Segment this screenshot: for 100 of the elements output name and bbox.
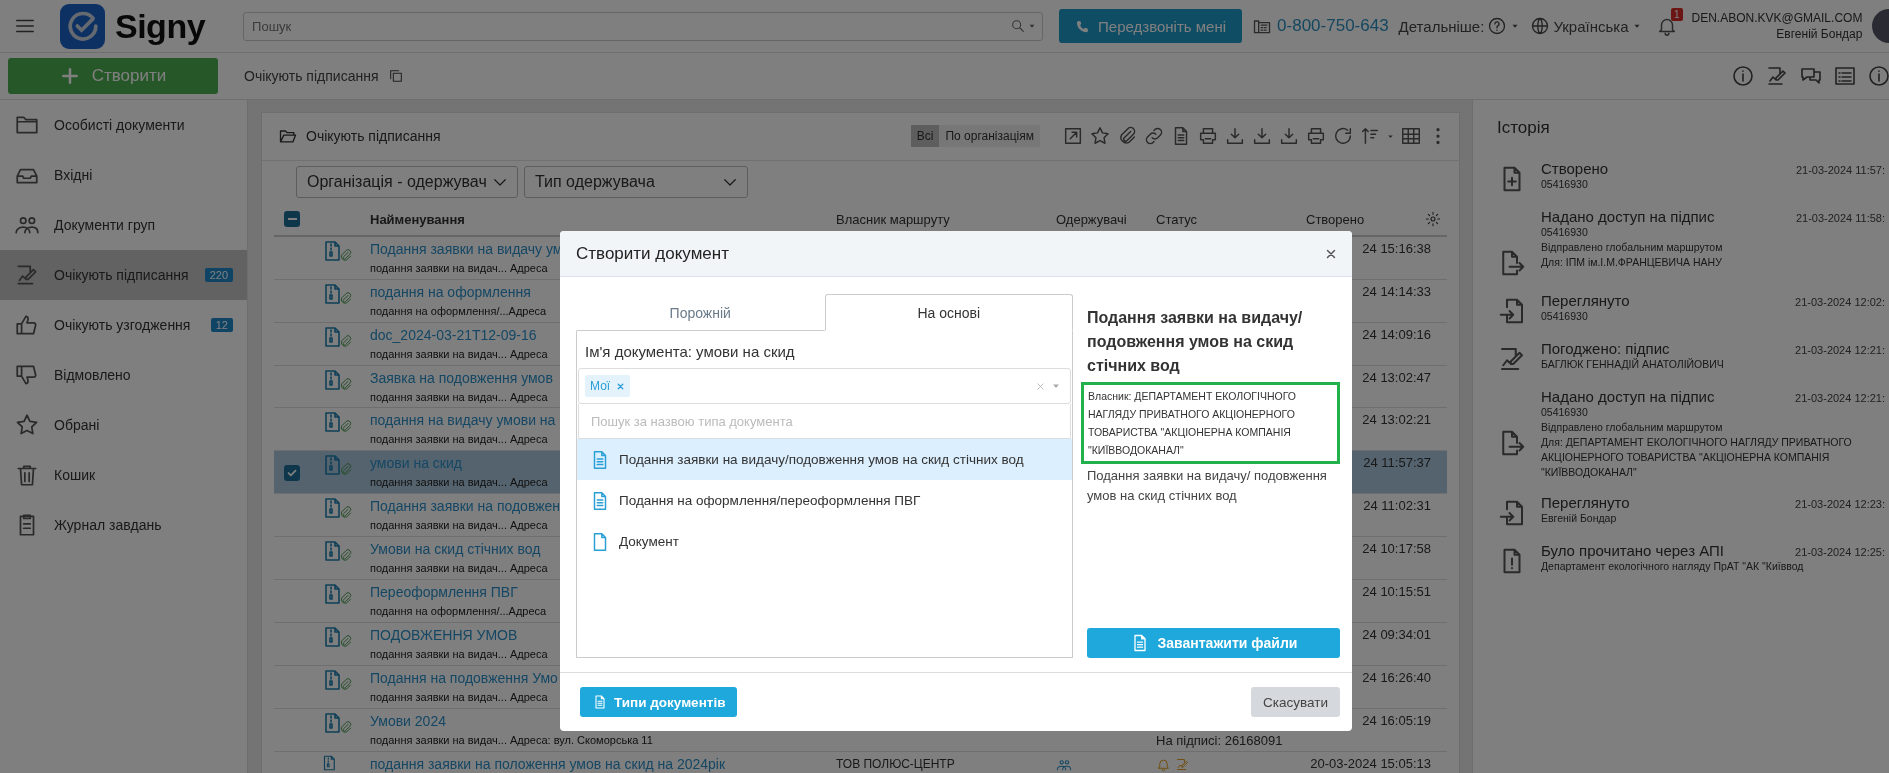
created-date: 24 13:02:47 bbox=[1362, 369, 1431, 385]
dialog-title: Створити документ bbox=[576, 243, 729, 264]
tab[interactable]: На основі bbox=[824, 294, 1073, 331]
user-email[interactable]: DEN.ABON.KVK@GMAIL.COM bbox=[1691, 10, 1863, 26]
event-detail: Департамент екологічного нагляду ПрАТ "АК "Київвод bbox=[1541, 559, 1805, 574]
paperclip-icon bbox=[338, 376, 353, 392]
document-link[interactable]: ПОДОВЖЕННЯ УМОВ bbox=[370, 625, 518, 646]
cancel-button[interactable]: Скасувати bbox=[1251, 687, 1340, 717]
view-toggle[interactable]: Всі bbox=[910, 125, 940, 148]
sidebar-label: Журнал завдань bbox=[54, 517, 163, 533]
select-all-checkbox[interactable] bbox=[284, 211, 300, 228]
table-row[interactable]: подання заявки на положення умов на скид на 2024рік ТОВ ПОЛЮС-ЦЕНТР 20-03-2024 15:05:13 bbox=[274, 751, 1447, 773]
sidebar-item[interactable]: Відмовлено bbox=[0, 350, 247, 400]
sidebar-label: Документи груп bbox=[54, 217, 157, 233]
sidebar-item[interactable]: Очікують узгодження 12 bbox=[0, 300, 247, 350]
document-type-item[interactable]: Подання на оформлення/переоформлення ПВГ bbox=[577, 480, 1072, 521]
paperclip-icon bbox=[338, 419, 353, 435]
type-filter-select[interactable]: Мої bbox=[578, 368, 1071, 404]
column-header[interactable]: Створено bbox=[1306, 211, 1365, 227]
sidebar-label: Вхідні bbox=[54, 167, 94, 183]
search-icon bbox=[1010, 17, 1027, 34]
document-link[interactable]: doc_2024-03-21T12-09-16 bbox=[370, 324, 537, 345]
created-date: 24 13:02:21 bbox=[1362, 412, 1431, 428]
document-link[interactable]: Подання заявки на подовжен bbox=[370, 496, 561, 517]
created-date: 24 16:26:40 bbox=[1362, 670, 1431, 685]
event-title: Надано доступ на підпис bbox=[1541, 208, 1715, 225]
trash-icon bbox=[14, 462, 40, 488]
info-icon[interactable] bbox=[1731, 64, 1755, 88]
row-checkbox[interactable] bbox=[284, 465, 300, 482]
event-time: 21-03-2024 11:57: bbox=[1795, 164, 1885, 176]
document-description: подання на оформлення/...Адреса bbox=[370, 604, 547, 620]
status-text: На підписі: 26168091 bbox=[1156, 732, 1283, 748]
route-owner: ТОВ ПОЛЮС-ЦЕНТР bbox=[836, 756, 955, 771]
event-title: Переглянуто bbox=[1541, 494, 1630, 511]
event-detail: 05416930 bbox=[1541, 309, 1589, 324]
sidebar-item[interactable]: Документи груп bbox=[0, 200, 247, 250]
event-time: 21-03-2024 12:25: bbox=[1795, 546, 1885, 558]
document-link[interactable]: Умови 2024 bbox=[370, 710, 446, 731]
filter-select[interactable]: Тип одержувача bbox=[524, 166, 748, 199]
column-header[interactable]: Власник маршруту bbox=[836, 211, 1056, 227]
search-field[interactable]: Пошук за назвою типа документа bbox=[578, 404, 1071, 439]
filter-select[interactable]: Організація - одержувач bbox=[296, 166, 518, 199]
document-type-item[interactable]: Документ bbox=[577, 521, 1072, 562]
document-link[interactable]: подання заявки на положення умов на скид на 2024рік bbox=[370, 753, 726, 773]
sidebar-item[interactable]: Особисті документи bbox=[0, 100, 247, 150]
sidebar-item[interactable]: Вхідні bbox=[0, 150, 247, 200]
remove-tag-button[interactable] bbox=[616, 381, 626, 391]
phone-link[interactable]: 0-800-750-643 bbox=[1277, 16, 1389, 36]
count-badge: 12 bbox=[210, 318, 233, 332]
event-title: Створено bbox=[1541, 160, 1609, 177]
history-title: Історія bbox=[1497, 118, 1551, 138]
document-link[interactable]: Подання на подовження Умо bbox=[370, 668, 558, 688]
sidebar-item[interactable]: Журнал завдань bbox=[0, 500, 247, 550]
created-date: 24 14:14:33 bbox=[1362, 283, 1431, 299]
help-icon bbox=[1487, 16, 1508, 36]
document-link[interactable]: Умови на скид стічних вод bbox=[370, 539, 541, 560]
view-toggle[interactable]: По організаціям bbox=[939, 125, 1040, 148]
sidebar-item[interactable]: Очікують підписання 220 bbox=[0, 250, 247, 300]
event-detail: БАГЛЮК ГЕННАДІЙ АНАТОЛІЙОВИЧ bbox=[1541, 357, 1725, 372]
document-type-item[interactable]: Подання заявки на видачу/подовження умов на скид стічних вод bbox=[577, 439, 1072, 480]
document-link[interactable]: Переоформлення ПВГ bbox=[370, 582, 518, 603]
event-title: Було прочитано через АПІ bbox=[1541, 542, 1724, 559]
document-link[interactable]: Заявка на подовження умов bbox=[370, 367, 553, 388]
event-detail: 05416930 bbox=[1541, 405, 1589, 420]
column-header[interactable]: Одержувачі bbox=[1056, 211, 1156, 227]
signature-icon[interactable] bbox=[1765, 64, 1789, 88]
breadcrumb: Очікують підписання bbox=[244, 68, 379, 84]
paperclip-icon bbox=[338, 719, 353, 735]
sidebar-item[interactable]: Обрані bbox=[0, 400, 247, 450]
document-types-button[interactable]: Типи документів bbox=[580, 687, 738, 717]
owner-note: Власник: ДЕПАРТАМЕНТ ЕКОЛОГІЧНОГО НАГЛЯДУ ПРИВАТНОГО АКЦІОНЕРНОГО ТОВАРИСТВА "АКЦІОНЕРНА КОМПАНІЯ "КИЇВВОДОКАНАЛ" bbox=[1081, 382, 1340, 464]
column-header[interactable]: Найменування bbox=[370, 211, 836, 227]
list-icon[interactable] bbox=[1833, 64, 1857, 88]
document-description: подання заявки на видач... Адреса: вул. Скоморська 11 bbox=[370, 732, 653, 748]
close-icon bbox=[1035, 380, 1046, 392]
document-type-title: Подання заявки на видачу/ подовження умов на скид стічних вод bbox=[1087, 308, 1304, 376]
paperclip-icon bbox=[338, 333, 353, 349]
language-selector[interactable]: Українська bbox=[1530, 16, 1642, 36]
document-description: подання заявки на видач... Адреса bbox=[370, 432, 548, 448]
created-date: 24 16:05:19 bbox=[1362, 712, 1431, 728]
column-header[interactable]: Статус bbox=[1156, 211, 1306, 227]
callback-button[interactable]: Передзвоніть мені bbox=[1059, 9, 1243, 43]
paperclip-icon bbox=[338, 591, 353, 607]
sidebar-label: Очікують підписання bbox=[54, 267, 190, 283]
document-description: подання на оформлення/...Адреса bbox=[370, 303, 547, 319]
minus-icon bbox=[287, 218, 297, 221]
search-field[interactable]: Пошук bbox=[243, 11, 1044, 41]
close-icon bbox=[616, 381, 626, 391]
upload-button[interactable]: Завантажити файли bbox=[1087, 628, 1340, 658]
event-time: 21-03-2024 12:21: bbox=[1795, 392, 1885, 404]
sidebar-item[interactable]: Кошик bbox=[0, 450, 247, 500]
document-link[interactable]: подання на оформлення bbox=[370, 281, 531, 302]
logo-icon bbox=[60, 3, 105, 49]
tab[interactable]: Порожній bbox=[576, 294, 825, 331]
paperclip-icon bbox=[338, 290, 353, 306]
document-type-description: Подання заявки на видачу/ подовження умов на скид стічних вод bbox=[1087, 467, 1328, 505]
panel-title: Очікують підписання bbox=[306, 128, 441, 145]
info-icon[interactable] bbox=[1867, 64, 1889, 88]
document-link[interactable]: подання на видачу умови на bbox=[370, 410, 556, 431]
event-title: Надано доступ на підпис bbox=[1541, 388, 1715, 405]
